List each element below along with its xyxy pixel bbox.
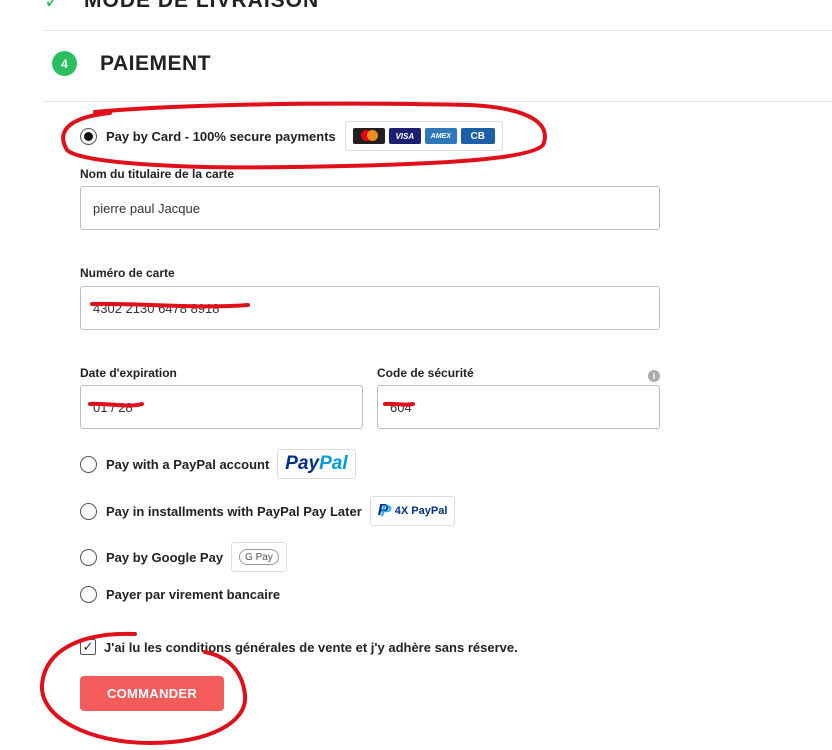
payment-option-paylater[interactable]: Pay in installments with PayPal Pay Late… xyxy=(80,494,456,528)
cvc-label: Code de sécurité xyxy=(377,366,474,380)
info-icon[interactable]: i xyxy=(648,370,660,382)
payment-option-paypal[interactable]: Pay with a PayPal account PayPal xyxy=(80,447,356,481)
amex-icon: AMEX xyxy=(424,128,457,144)
paypal-radio[interactable] xyxy=(80,455,97,473)
check-icon: ✓ xyxy=(44,0,61,13)
paypal-logo-icon: PayPal xyxy=(285,453,348,474)
card-number-label: Numéro de carte xyxy=(80,266,175,280)
paylater-option-label: Pay in installments with PayPal Pay Late… xyxy=(106,503,362,519)
previous-step-header[interactable]: ✓ MODE DE LIVRAISON xyxy=(44,0,319,16)
expiry-input[interactable]: 01 / 28 xyxy=(80,385,363,429)
card-radio[interactable] xyxy=(80,127,97,145)
cardholder-label: Nom du titulaire de la carte xyxy=(80,167,235,181)
card-option-label: Pay by Card - 100% secure payments xyxy=(106,128,336,144)
visa-icon: VISA xyxy=(388,128,421,144)
paypal-p-icon: PP xyxy=(377,502,392,520)
payment-step-header: 4 PAIEMENT xyxy=(52,51,211,76)
payment-option-googlepay[interactable]: Pay by Google Pay G Pay xyxy=(80,540,287,574)
payment-option-transfer[interactable]: Payer par virement bancaire xyxy=(80,577,280,611)
googlepay-badge: G Pay xyxy=(231,542,287,572)
paylater-radio[interactable] xyxy=(80,502,97,520)
mastercard-icon xyxy=(352,128,385,144)
google-pay-icon: G Pay xyxy=(239,549,279,565)
card-number-input[interactable]: 4302 2130 6478 8918 xyxy=(80,286,660,330)
transfer-option-label: Payer par virement bancaire xyxy=(106,586,281,602)
cardholder-input[interactable]: pierre paul Jacque xyxy=(80,186,660,230)
paypal-option-label: Pay with a PayPal account xyxy=(106,456,270,472)
paypal-badge: PayPal xyxy=(277,449,356,479)
paylater-badge: PP 4X PayPal xyxy=(369,496,456,526)
terms-row[interactable]: ✓ J'ai lu les conditions générales de ve… xyxy=(80,630,518,664)
step-number-badge: 4 xyxy=(52,51,77,76)
card-logos: VISA AMEX CB xyxy=(344,121,503,151)
googlepay-option-label: Pay by Google Pay xyxy=(106,549,224,565)
transfer-radio[interactable] xyxy=(80,585,97,603)
step-title: PAIEMENT xyxy=(100,51,211,75)
divider xyxy=(44,101,832,102)
cvc-input[interactable]: 604 xyxy=(377,385,660,429)
divider xyxy=(44,30,832,31)
cb-icon: CB xyxy=(460,128,495,144)
payment-option-card[interactable]: Pay by Card - 100% secure payments VISA … xyxy=(80,119,503,153)
terms-checkbox[interactable]: ✓ xyxy=(80,639,96,655)
expiry-label: Date d'expiration xyxy=(80,366,177,380)
commander-button[interactable]: COMMANDER xyxy=(80,676,224,711)
googlepay-radio[interactable] xyxy=(80,548,97,566)
terms-label: J'ai lu les conditions générales de vent… xyxy=(104,639,518,655)
previous-step-title: MODE DE LIVRAISON xyxy=(84,0,320,12)
